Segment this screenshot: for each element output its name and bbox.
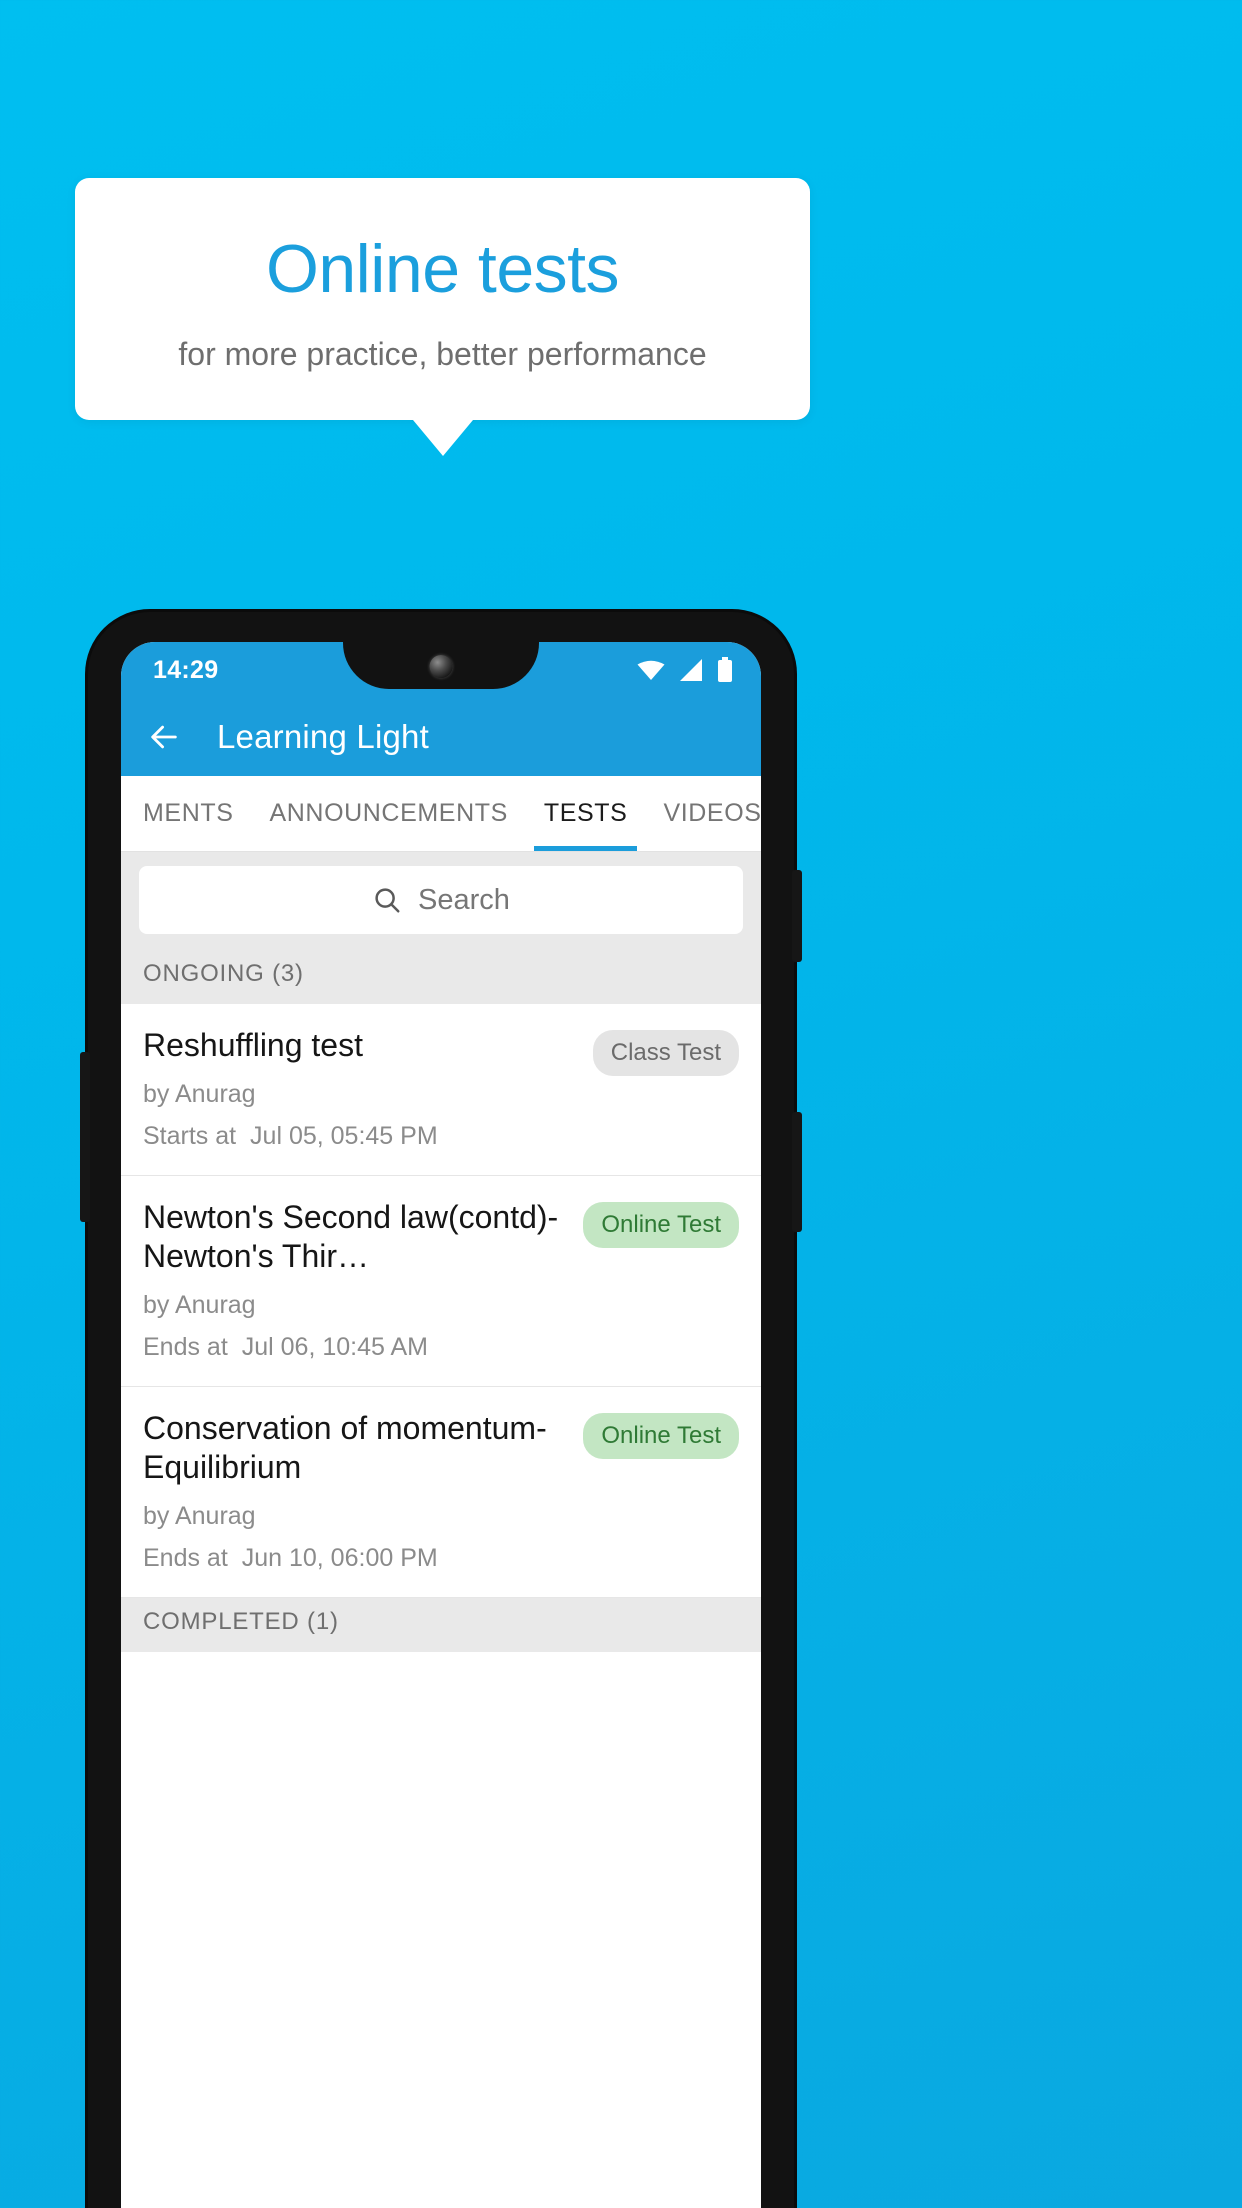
wifi-icon <box>637 660 665 680</box>
test-title: Conservation of momentum-Equilibrium <box>143 1410 547 1485</box>
power-button[interactable] <box>792 1112 802 1232</box>
front-camera-icon <box>429 655 453 678</box>
test-schedule-value: Jul 06, 10:45 AM <box>241 1333 428 1362</box>
app-bar: Learning Light <box>121 698 761 776</box>
test-schedule: Starts at Jul 05, 05:45 PM <box>143 1122 583 1151</box>
test-row-content: Conservation of momentum-Equilibrium by … <box>143 1409 573 1573</box>
promo-callout-tail <box>412 419 473 456</box>
test-author: by Anurag <box>143 1291 256 1320</box>
battery-icon <box>718 657 732 682</box>
search-placeholder: Search <box>418 883 510 916</box>
table-row[interactable]: Newton's Second law(contd)-Newton's Thir… <box>121 1176 761 1388</box>
test-schedule-value: Jul 05, 05:45 PM <box>250 1122 438 1151</box>
test-title: Newton's Second law(contd)-Newton's Thir… <box>143 1199 559 1274</box>
back-arrow-icon[interactable] <box>147 720 181 754</box>
status-time: 14:29 <box>153 655 219 684</box>
promo-card: Online tests for more practice, better p… <box>75 178 810 420</box>
tab-bar: MENTS ANNOUNCEMENTS TESTS VIDEOS <box>121 776 761 852</box>
status-badge: Class Test <box>592 1030 739 1076</box>
test-schedule-label: Ends at <box>143 1333 228 1362</box>
promo-title: Online tests <box>265 231 620 307</box>
signal-icon <box>680 659 702 681</box>
status-badge: Online Test <box>583 1202 739 1249</box>
tab-videos[interactable]: VIDEOS <box>645 776 761 851</box>
test-author: by Anurag <box>143 1080 256 1109</box>
table-row[interactable]: Reshuffling test by Anurag Starts at Jul… <box>121 1004 761 1177</box>
search-input[interactable]: Search <box>139 866 743 934</box>
promo-subtitle: for more practice, better performance <box>178 336 707 373</box>
test-schedule-label: Starts at <box>143 1122 237 1151</box>
test-row-content: Newton's Second law(contd)-Newton's Thir… <box>143 1198 573 1362</box>
test-author: by Anurag <box>143 1501 256 1530</box>
test-title: Reshuffling test <box>143 1027 363 1063</box>
section-header-ongoing: ONGOING (3) <box>121 950 761 1004</box>
phone-screen: 14:29 Learning Light MENTS ANNOUNCEMENTS… <box>121 642 761 2208</box>
search-area: Search <box>121 852 761 950</box>
table-row[interactable]: Conservation of momentum-Equilibrium by … <box>121 1387 761 1598</box>
left-side-button[interactable] <box>80 1052 90 1222</box>
status-icons <box>637 657 741 683</box>
test-schedule-value: Jun 10, 06:00 PM <box>241 1543 438 1572</box>
test-schedule: Ends at Jul 06, 10:45 AM <box>143 1333 573 1362</box>
test-row-content: Reshuffling test by Anurag Starts at Jul… <box>143 1026 583 1151</box>
search-icon <box>375 888 400 913</box>
status-badge: Online Test <box>583 1413 739 1460</box>
phone-mockup: 14:29 Learning Light MENTS ANNOUNCEMENTS… <box>80 612 802 2208</box>
display-notch <box>343 642 539 689</box>
promo-callout: Online tests for more practice, better p… <box>75 178 810 456</box>
app-bar-title: Learning Light <box>217 718 429 755</box>
tab-tests[interactable]: TESTS <box>526 776 646 851</box>
tab-announcements[interactable]: ANNOUNCEMENTS <box>252 776 526 851</box>
section-header-completed: COMPLETED (1) <box>121 1597 761 1652</box>
tab-ments[interactable]: MENTS <box>121 776 252 851</box>
volume-button[interactable] <box>792 870 802 962</box>
test-schedule-label: Ends at <box>143 1543 228 1572</box>
status-bar: 14:29 <box>121 642 761 698</box>
test-schedule: Ends at Jun 10, 06:00 PM <box>143 1544 573 1573</box>
